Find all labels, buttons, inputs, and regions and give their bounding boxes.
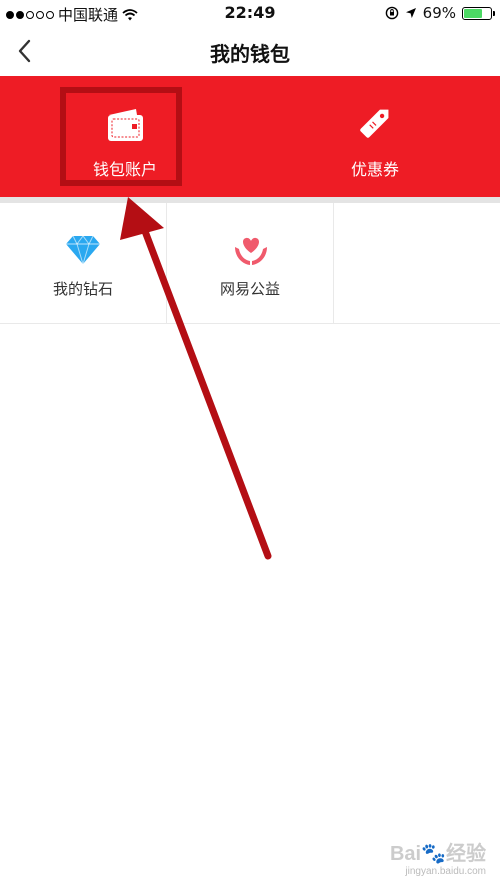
- battery-percent: 69%: [422, 4, 456, 22]
- netease-charity-label: 网易公益: [219, 280, 280, 298]
- coupon-label: 优惠券: [350, 160, 399, 179]
- page-title: 我的钱包: [210, 42, 290, 66]
- baidu-jingyan-watermark: Bai🐾经验 jingyan.baidu.com: [390, 837, 486, 877]
- coupon-tag-icon: [360, 109, 389, 138]
- battery-icon: [462, 6, 495, 20]
- charity-heart-hands-icon: [235, 237, 267, 265]
- location-arrow-icon: [405, 8, 416, 18]
- my-diamonds-button[interactable]: 我的钻石: [0, 203, 166, 323]
- status-bar: 中国联通 22:49 69%: [0, 0, 500, 26]
- annotation-highlight-box: [60, 87, 182, 186]
- my-diamonds-label: 我的钻石: [52, 280, 113, 298]
- watermark-url: jingyan.baidu.com: [405, 866, 486, 877]
- watermark-logo: Bai🐾经验: [389, 843, 486, 865]
- netease-charity-button[interactable]: 网易公益: [167, 203, 333, 323]
- diamond-icon: [66, 235, 100, 265]
- orientation-lock-icon: [385, 6, 398, 20]
- feature-grid: 我的钻石 网易公益: [0, 203, 500, 324]
- coupon-button[interactable]: 优惠券: [250, 76, 500, 197]
- grid-divider: [333, 203, 334, 323]
- navigation-bar: 我的钱包: [0, 26, 500, 76]
